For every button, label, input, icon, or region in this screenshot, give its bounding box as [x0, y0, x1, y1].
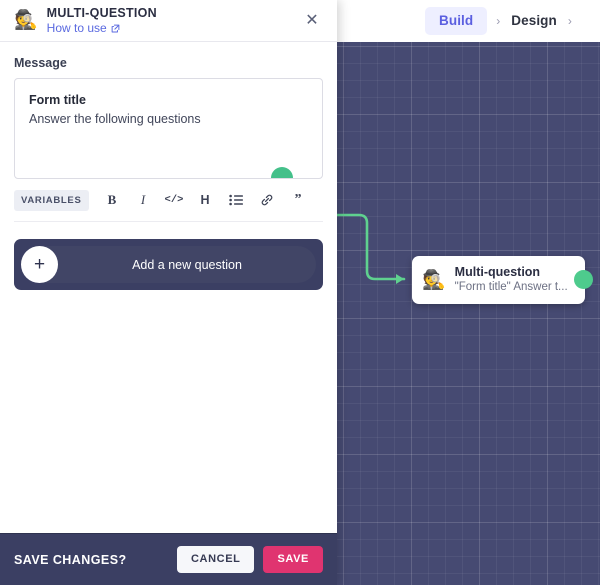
link-icon[interactable] [256, 189, 279, 211]
add-question-label: Add a new question [132, 257, 242, 272]
code-icon[interactable]: </> [163, 189, 186, 211]
message-editor-body: Answer the following questions [29, 112, 201, 127]
editor-status-badge[interactable] [271, 167, 293, 178]
close-icon[interactable]: ✕ [301, 10, 323, 32]
block-settings-panel: 🕵️ MULTI-QUESTION How to use ✕ Message F… [0, 0, 337, 585]
variables-button[interactable]: VARIABLES [14, 189, 89, 211]
flow-node-text: Multi-question "Form title" Answer t... [455, 265, 568, 296]
flow-node-multi-question[interactable]: 🕵️ Multi-question "Form title" Answer t.… [412, 256, 585, 304]
editor-toolbar: VARIABLES B I </> H ” [14, 189, 323, 222]
cancel-button[interactable]: CANCEL [177, 546, 255, 573]
panel-header-texts: MULTI-QUESTION How to use [47, 6, 157, 36]
panel-title: MULTI-QUESTION [46, 5, 157, 20]
save-changes-bar: SAVE CHANGES? CANCEL SAVE [0, 533, 337, 585]
save-button[interactable]: SAVE [263, 546, 323, 573]
message-editor-title: Form title [29, 93, 86, 107]
chevron-right-icon-1: › [496, 14, 501, 28]
message-editor[interactable]: Form title Answer the following question… [14, 78, 323, 179]
message-label: Message [14, 56, 67, 70]
bold-icon[interactable]: B [101, 189, 124, 211]
detective-icon: 🕵️ [14, 10, 38, 31]
top-navigation: Build › Design › [425, 0, 581, 42]
how-to-use-label: How to use [46, 20, 107, 35]
flow-canvas[interactable] [337, 42, 600, 585]
add-new-question-button[interactable]: + Add a new question [14, 239, 323, 290]
detective-icon: 🕵️ [422, 269, 446, 291]
heading-icon[interactable]: H [194, 189, 217, 211]
panel-header: 🕵️ MULTI-QUESTION How to use ✕ [0, 0, 337, 42]
italic-icon[interactable]: I [132, 189, 155, 211]
flow-node-output-port[interactable] [574, 270, 593, 289]
flow-node-title: Multi-question [454, 264, 541, 279]
chevron-right-icon-2: › [567, 14, 572, 28]
panel-body: Message Form title Answer the following … [0, 42, 337, 533]
quote-icon[interactable]: ” [287, 189, 310, 211]
tab-design[interactable]: Design [509, 7, 559, 35]
flow-node-subtitle: "Form title" Answer t... [454, 281, 568, 294]
tab-build[interactable]: Build [425, 7, 488, 35]
app-root: 🕵️ Multi-question "Form title" Answer t.… [0, 0, 600, 585]
external-link-icon [111, 24, 120, 33]
bullet-list-icon[interactable] [225, 189, 248, 211]
save-changes-prompt: SAVE CHANGES? [14, 552, 127, 567]
how-to-use-link[interactable]: How to use [47, 21, 157, 35]
